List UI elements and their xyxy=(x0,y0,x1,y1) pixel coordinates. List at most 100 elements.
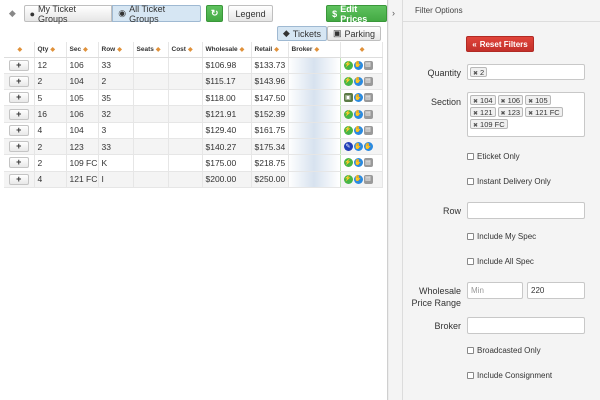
sort-icon: ◆ xyxy=(274,46,279,53)
remove-icon[interactable]: ✖ xyxy=(528,99,533,105)
reset-filters-button[interactable]: «Reset Filters xyxy=(466,36,534,52)
thumbs-up-icon[interactable]: ✋ xyxy=(353,93,363,103)
edit-prices-button[interactable]: $ Edit Prices xyxy=(326,4,388,24)
column-header-sec[interactable]: Sec ◆ xyxy=(66,42,99,58)
document-icon[interactable]: ▤ xyxy=(363,60,373,70)
add-button[interactable]: + xyxy=(8,59,29,71)
cell-sec: 105 xyxy=(66,89,99,107)
document-icon[interactable]: ▤ xyxy=(363,93,373,103)
lightning-icon[interactable]: ⚡ xyxy=(343,125,353,135)
add-button[interactable]: + xyxy=(8,157,29,169)
column-header-retail[interactable]: Retail ◆ xyxy=(251,42,289,58)
pencil-icon[interactable]: ✎ xyxy=(343,142,353,152)
lightning-icon[interactable]: ⚡ xyxy=(343,158,353,168)
instant-delivery-checkbox[interactable]: Instant Delivery Only xyxy=(467,177,551,186)
wholesale-min-input[interactable]: Min xyxy=(467,282,523,299)
column-header-cost[interactable]: Cost ◆ xyxy=(168,42,203,58)
thumbs-up-icon[interactable]: ✋ xyxy=(353,109,363,119)
column-header-seats[interactable]: Seats ◆ xyxy=(133,42,169,58)
remove-icon[interactable]: ✖ xyxy=(528,111,533,117)
document-icon[interactable]: ▤ xyxy=(363,76,373,86)
remove-icon[interactable]: ✖ xyxy=(473,71,478,77)
column-header-broker[interactable]: Broker ◆ xyxy=(288,42,341,58)
document-icon[interactable]: ▤ xyxy=(363,174,373,184)
remove-icon[interactable]: ✖ xyxy=(501,99,506,105)
cell-qty: 2 xyxy=(34,154,67,172)
all-ticket-groups-button[interactable]: ◉ All Ticket Groups xyxy=(112,4,202,24)
filter-chip[interactable]: ✖ 105 xyxy=(525,95,551,105)
cell-row: I xyxy=(98,171,134,188)
remove-icon[interactable]: ✖ xyxy=(473,111,478,117)
sort-icon: ◆ xyxy=(359,46,365,53)
lightning-icon[interactable]: ⚡ xyxy=(343,76,353,86)
add-button[interactable]: + xyxy=(8,124,29,136)
column-header-qty[interactable]: Qty ◆ xyxy=(34,42,67,58)
cell-seats xyxy=(133,154,169,172)
ticket-stub-icon[interactable]: ▣ xyxy=(343,93,353,103)
refresh-button[interactable]: ↻ xyxy=(206,5,223,22)
lightning-icon[interactable]: ⚡ xyxy=(343,174,353,184)
table-row[interactable]: +5 105 35 $118.00 $147.50 ▣ ✋ ▤ xyxy=(4,89,383,107)
filter-chip[interactable]: ✖ 104 xyxy=(470,95,496,105)
add-cell: + xyxy=(4,171,35,188)
table-row[interactable]: +4 104 3 $129.40 $161.75 ⚡ ✋ ▤ xyxy=(4,122,383,139)
thumbs-up-icon[interactable]: ✋ xyxy=(353,125,363,135)
add-button[interactable]: + xyxy=(8,75,29,87)
column-header-wholesale[interactable]: Wholesale ◆ xyxy=(202,42,252,58)
collapse-filters-toggle[interactable]: › xyxy=(389,0,403,400)
my-ticket-groups-button[interactable]: ● My Ticket Groups xyxy=(23,4,113,24)
include-all-spec-checkbox[interactable]: Include All Spec xyxy=(467,257,534,266)
lightning-icon[interactable]: ⚡ xyxy=(343,109,353,119)
filter-chip[interactable]: ✖ 109 FC xyxy=(470,119,508,129)
legend-button[interactable]: Legend xyxy=(227,5,274,22)
table-row[interactable]: +12 106 33 $106.98 $133.73 ⚡ ✋ ▤ xyxy=(4,57,383,74)
cell-retail: $161.75 xyxy=(251,122,289,139)
remove-icon[interactable]: ✖ xyxy=(473,99,478,105)
table-row[interactable]: +2 109 FC K $175.00 $218.75 ⚡ ✋ ▤ xyxy=(4,154,383,172)
row-input[interactable] xyxy=(467,202,585,219)
document-icon[interactable]: ▤ xyxy=(363,109,373,119)
table-row[interactable]: +16 106 32 $121.91 $152.39 ⚡ ✋ ▤ xyxy=(4,105,383,123)
add-button[interactable]: + xyxy=(8,92,29,104)
thumbs-up-icon[interactable]: ✋ xyxy=(353,76,363,86)
filter-chip[interactable]: ✖ 121 xyxy=(470,107,496,117)
table-row[interactable]: +2 104 2 $115.17 $143.96 ⚡ ✋ ▤ xyxy=(4,73,383,91)
remove-icon[interactable]: ✖ xyxy=(473,123,478,129)
thumbs-up-icon[interactable]: ✋ xyxy=(353,60,363,70)
sort-icon: ◆ xyxy=(17,46,23,53)
include-my-spec-checkbox[interactable]: Include My Spec xyxy=(467,232,536,241)
include-consignment-checkbox[interactable]: Include Consignment xyxy=(467,371,552,380)
thumbs-up-icon[interactable]: ✋ xyxy=(363,142,373,152)
column-header-row[interactable]: Row ◆ xyxy=(98,42,134,58)
column-header-actions[interactable]: ◆ xyxy=(340,42,383,58)
add-button[interactable]: + xyxy=(8,173,29,185)
broadcasted-only-checkbox[interactable]: Broadcasted Only xyxy=(467,346,541,355)
document-icon[interactable]: ▤ xyxy=(363,125,373,135)
broker-input[interactable] xyxy=(467,317,585,334)
section-multiselect[interactable]: ✖ 104 ✖ 106 ✖ 105 ✖ 121 ✖ 123 ✖ 121 FC ✖ 109 FC xyxy=(467,92,585,137)
filter-chip[interactable]: ✖ 123 xyxy=(497,107,524,117)
remove-icon[interactable]: ✖ xyxy=(501,111,506,117)
lightning-icon[interactable]: ⚡ xyxy=(343,60,353,70)
table-row[interactable]: +2 123 33 $140.27 $175.34 ✎ ✋ ✋ xyxy=(4,138,383,156)
section-label: Section xyxy=(430,97,461,107)
tab-parking[interactable]: ▣ Parking xyxy=(326,26,381,41)
thumbs-up-icon[interactable]: ✋ xyxy=(353,174,363,184)
thumbs-up-icon[interactable]: ✋ xyxy=(353,142,363,152)
cell-qty: 16 xyxy=(34,105,67,123)
eticket-only-checkbox[interactable]: Eticket Only xyxy=(467,152,520,161)
filter-chip[interactable]: ✖ 106 xyxy=(497,95,524,105)
column-header-add[interactable]: ◆ xyxy=(4,42,35,58)
quantity-multiselect[interactable]: ✖ 2 xyxy=(467,64,585,80)
filter-chip[interactable]: ✖ 121 FC xyxy=(525,107,563,117)
tab-tickets[interactable]: ◆ Tickets xyxy=(276,26,327,41)
add-button[interactable]: + xyxy=(8,141,29,153)
filter-chip[interactable]: ✖ 2 xyxy=(470,67,488,77)
add-button[interactable]: + xyxy=(8,108,29,120)
table-row[interactable]: +4 121 FC I $200.00 $250.00 ⚡ ✋ ▤ xyxy=(4,171,383,188)
thumbs-up-icon[interactable]: ✋ xyxy=(353,158,363,168)
cell-sec: 104 xyxy=(66,122,99,139)
ticket-icon-button[interactable]: ◆ xyxy=(4,5,21,22)
document-icon[interactable]: ▤ xyxy=(363,158,373,168)
wholesale-max-input[interactable]: 220 xyxy=(527,282,585,299)
